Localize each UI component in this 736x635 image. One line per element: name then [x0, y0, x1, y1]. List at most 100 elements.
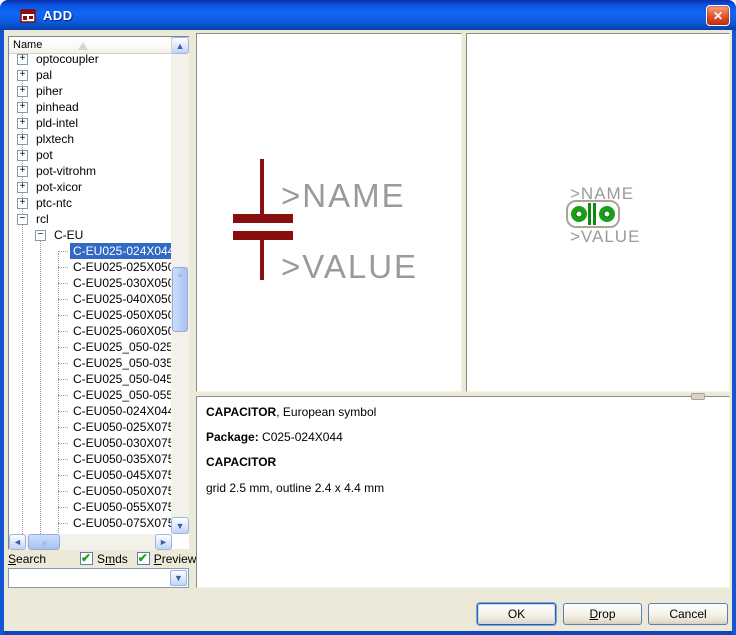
scroll-up-icon[interactable]: ▲ [171, 37, 189, 54]
search-combobox[interactable]: ▼ [8, 568, 189, 588]
tree-horizontal-scrollbar[interactable]: ◄ ≡ ► [9, 534, 172, 550]
tree-item-label: pld-intel [33, 115, 81, 131]
tree-item[interactable]: C-EU050-024X044 [9, 403, 172, 419]
preview-label[interactable]: Preview [154, 552, 197, 566]
tree-item[interactable]: C-EU050-050X075 [9, 483, 172, 499]
tree-item[interactable]: C-EU050-035X075 [9, 451, 172, 467]
tree-guide-line [58, 253, 59, 534]
expand-icon[interactable]: + [17, 118, 28, 129]
tree-item[interactable]: +plxtech [9, 131, 172, 147]
tree-item[interactable]: +pot-vitrohm [9, 163, 172, 179]
tree-item-label: C-EU050-030X075 [70, 435, 172, 451]
tree-item-label: C-EU025-024X044 [70, 243, 172, 259]
ok-button[interactable]: OK [477, 603, 556, 625]
tree-connector [58, 347, 68, 348]
add-dialog: ADD ✕ Name +optocoupler+pal+piher+pinhea… [0, 0, 736, 635]
tree-connector [58, 379, 68, 380]
tree-item[interactable]: C-EU025-025X050 [9, 259, 172, 275]
tree-connector [58, 523, 68, 524]
expand-icon[interactable]: + [17, 54, 28, 65]
close-button[interactable]: ✕ [706, 5, 730, 26]
expand-icon[interactable]: + [17, 102, 28, 113]
tree-connector [58, 491, 68, 492]
tree-rows: +optocoupler+pal+piher+pinhead+pld-intel… [9, 54, 172, 531]
tree-connector [58, 299, 68, 300]
tree-item-label: C-EU050-025X075 [70, 419, 172, 435]
tree-item[interactable]: +pot-xicor [9, 179, 172, 195]
tree-item[interactable]: + optocoupler [9, 54, 172, 67]
tree-item[interactable]: C-EU050-045X075 [9, 467, 172, 483]
tree-item-label: C-EU025_050-045X0 [70, 371, 172, 387]
tree-item-label: C-EU025-040X050 [70, 291, 172, 307]
tree-item[interactable]: +ptc-ntc [9, 195, 172, 211]
tree-item[interactable]: C-EU025_050-025X0 [9, 339, 172, 355]
tree-item[interactable]: C-EU025_050-045X0 [9, 371, 172, 387]
tree-item[interactable]: C-EU025_050-055X0 [9, 387, 172, 403]
tree-item-label: optocoupler [33, 54, 102, 67]
add-dialog-icon [20, 8, 36, 24]
tree-item[interactable]: −rcl [9, 211, 172, 227]
horizontal-scroll-thumb[interactable]: ≡ [28, 534, 60, 550]
expand-icon[interactable]: + [17, 198, 28, 209]
expand-icon[interactable]: + [17, 134, 28, 145]
tree-item-label: C-EU025_050-025X0 [70, 339, 172, 355]
tree-item[interactable]: C-EU025-050X050 [9, 307, 172, 323]
vertical-scroll-thumb[interactable]: ≡ [172, 267, 188, 332]
expand-icon[interactable]: + [17, 166, 28, 177]
expand-icon[interactable]: + [17, 70, 28, 81]
tree-item[interactable]: +pal [9, 67, 172, 83]
expand-icon[interactable]: + [17, 150, 28, 161]
tree-item[interactable]: C-EU025-060X050 [9, 323, 172, 339]
tree-item-label: C-EU025-060X050 [70, 323, 172, 339]
splitter-grip[interactable] [691, 393, 705, 400]
tree-vertical-scrollbar[interactable]: ▲ ≡ ▼ [171, 37, 189, 534]
tree-connector [58, 427, 68, 428]
drop-button[interactable]: Drop [563, 603, 642, 625]
tree-column-header[interactable]: Name [9, 37, 172, 54]
tree-item[interactable]: C-EU025_050-035X0 [9, 355, 172, 371]
tree-item[interactable]: C-EU050-030X075 [9, 435, 172, 451]
tree-item[interactable]: C-EU025-030X050 [9, 275, 172, 291]
expand-icon[interactable]: + [17, 182, 28, 193]
tree-item[interactable]: C-EU025-024X044 [9, 243, 172, 259]
tree-item[interactable]: C-EU050-055X075 [9, 499, 172, 515]
package-pad-1 [571, 206, 587, 222]
description-title-line: CAPACITOR, European symbol [206, 405, 376, 419]
tree-item[interactable]: +pot [9, 147, 172, 163]
tree-item[interactable]: C-EU050-025X075 [9, 419, 172, 435]
collapse-icon[interactable]: − [17, 214, 28, 225]
expand-icon[interactable]: + [17, 86, 28, 97]
package-pad-2 [599, 206, 615, 222]
capacitor-symbol-lead-bottom [260, 240, 264, 280]
tree-item[interactable]: C-EU025-040X050 [9, 291, 172, 307]
tree-connector [58, 395, 68, 396]
description-detail-line: grid 2.5 mm, outline 2.4 x 4.4 mm [206, 481, 384, 495]
package-plate-mark-1 [588, 203, 591, 225]
tree-guide-line [40, 237, 41, 534]
tree-item[interactable]: +piher [9, 83, 172, 99]
scroll-left-icon[interactable]: ◄ [9, 534, 26, 550]
preview-checkbox[interactable] [137, 552, 150, 565]
tree-item[interactable]: + pinhead [9, 99, 172, 115]
tree-item-label: C-EU025-025X050 [70, 259, 172, 275]
title-bar[interactable]: ADD ✕ [0, 0, 736, 30]
tree-item[interactable]: + pld-intel [9, 115, 172, 131]
capacitor-symbol-lead-top [260, 159, 264, 215]
scroll-right-icon[interactable]: ► [155, 534, 172, 550]
tree-item-label: pinhead [33, 99, 82, 115]
tree-connector [58, 315, 68, 316]
tree-item[interactable]: C-EU050-075X075 [9, 515, 172, 531]
smds-checkbox[interactable] [80, 552, 93, 565]
tree-item[interactable]: −C-EU [9, 227, 172, 243]
tree-header-label: Name [13, 39, 42, 51]
tree-item-label: C-EU050-035X075 [70, 451, 172, 467]
collapse-icon[interactable]: − [35, 230, 46, 241]
cancel-button[interactable]: Cancel [648, 603, 728, 625]
tree-connector [58, 363, 68, 364]
scroll-down-icon[interactable]: ▼ [171, 517, 189, 534]
tree-item-label: C-EU050-024X044 [70, 403, 172, 419]
tree-item-label: C-EU025_050-055X0 [70, 387, 172, 403]
combo-dropdown-icon[interactable]: ▼ [170, 570, 187, 586]
smds-label[interactable]: Smds [97, 552, 128, 566]
tree-connector [58, 251, 68, 252]
